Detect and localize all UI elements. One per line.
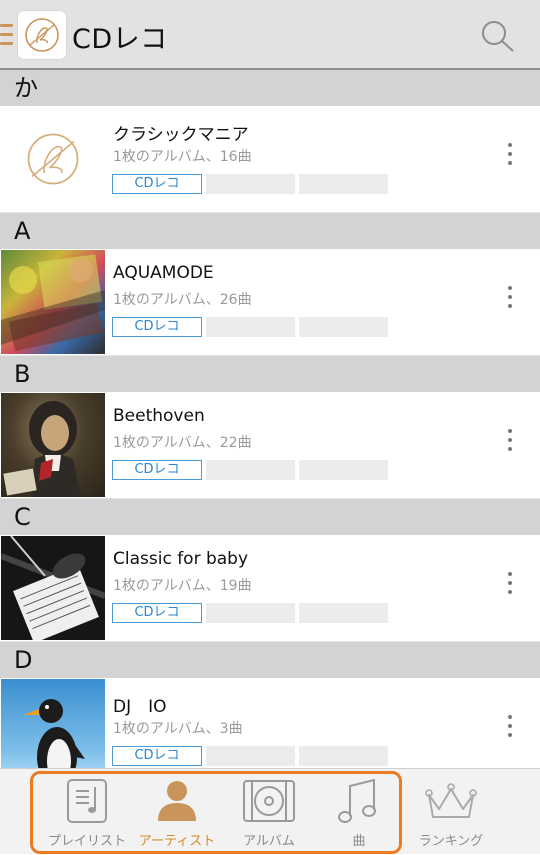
artist-thumbnail <box>1 107 105 211</box>
section-header: B <box>0 356 540 392</box>
artist-meta: 1枚のアルバム、19曲 <box>113 578 252 594</box>
cdreco-tag: CDレコ <box>112 460 202 480</box>
artist-thumbnail <box>1 393 105 497</box>
artist-row[interactable]: DJ IO 1枚のアルバム、3曲 CDレコ <box>0 678 540 768</box>
artist-name: クラシックマニア <box>113 125 249 145</box>
artist-meta: 1枚のアルバム、26曲 <box>113 292 252 308</box>
empty-tag <box>206 460 295 480</box>
cdreco-tag: CDレコ <box>112 174 202 194</box>
artist-name: DJ IO <box>113 697 167 717</box>
artist-meta: 1枚のアルバム、3曲 <box>113 721 243 737</box>
artist-meta: 1枚のアルバム、16曲 <box>113 149 252 165</box>
artist-name: AQUAMODE <box>113 263 214 283</box>
more-options-icon[interactable] <box>500 426 520 456</box>
app-header: CDレコ <box>0 0 540 70</box>
app-logo <box>18 11 66 59</box>
section-header: A <box>0 213 540 249</box>
more-options-icon[interactable] <box>500 569 520 599</box>
bottom-nav: プレイリスト アーティスト アルバム 曲 ランキング <box>0 768 540 854</box>
empty-tag <box>206 174 295 194</box>
menu-icon[interactable] <box>0 24 13 46</box>
empty-tag <box>206 746 295 766</box>
nav-highlight-frame <box>30 771 402 854</box>
app-title: CDレコ <box>72 24 168 55</box>
source-tags: CDレコ <box>112 317 388 337</box>
source-tags: CDレコ <box>112 746 388 766</box>
source-tags: CDレコ <box>112 603 388 623</box>
empty-tag <box>299 460 388 480</box>
nav-label: ランキング <box>418 834 484 849</box>
more-options-icon[interactable] <box>500 283 520 313</box>
artist-row[interactable]: AQUAMODE 1枚のアルバム、26曲 CDレコ <box>0 249 540 356</box>
artist-thumbnail <box>1 250 105 354</box>
nav-ranking[interactable]: ランキング <box>406 769 496 855</box>
crown-icon <box>406 775 496 827</box>
artist-name: Beethoven <box>113 406 205 426</box>
artist-name: Classic for baby <box>113 549 249 569</box>
empty-tag <box>299 746 388 766</box>
section-header: か <box>0 70 540 106</box>
more-options-icon[interactable] <box>500 140 520 170</box>
section-header: C <box>0 499 540 535</box>
empty-tag <box>206 317 295 337</box>
search-icon[interactable] <box>478 17 518 55</box>
empty-tag <box>299 603 388 623</box>
empty-tag <box>299 317 388 337</box>
source-tags: CDレコ <box>112 460 388 480</box>
artist-row[interactable]: Beethoven 1枚のアルバム、22曲 CDレコ <box>0 392 540 499</box>
section-header: D <box>0 642 540 678</box>
artist-meta: 1枚のアルバム、22曲 <box>113 435 252 451</box>
cdreco-tag: CDレコ <box>112 746 202 766</box>
cdreco-tag: CDレコ <box>112 317 202 337</box>
artist-row[interactable]: クラシックマニア 1枚のアルバム、16曲 CDレコ <box>0 106 540 213</box>
artist-thumbnail <box>1 679 105 768</box>
source-tags: CDレコ <box>112 174 388 194</box>
artist-list[interactable]: か クラシックマニア 1枚のアルバム、16曲 CDレコ A AQUAMODE 1… <box>0 70 540 768</box>
empty-tag <box>206 603 295 623</box>
artist-row[interactable]: Classic for baby 1枚のアルバム、19曲 CDレコ <box>0 535 540 642</box>
cdreco-tag: CDレコ <box>112 603 202 623</box>
artist-thumbnail <box>1 536 105 640</box>
empty-tag <box>299 174 388 194</box>
more-options-icon[interactable] <box>500 712 520 742</box>
